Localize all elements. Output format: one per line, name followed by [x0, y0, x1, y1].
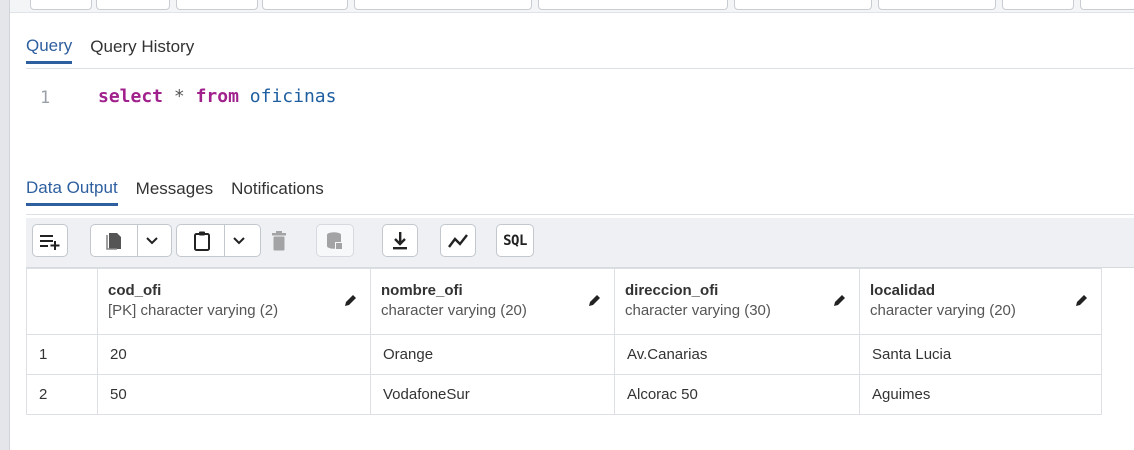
paste-icon — [194, 231, 210, 251]
edit-pencil-icon[interactable] — [588, 293, 602, 307]
sql-keyword: from — [195, 86, 239, 107]
header-row: cod_ofi [PK] character varying (2) nombr… — [26, 268, 1102, 335]
sql-icon: SQL — [503, 232, 527, 249]
sql-operator: * — [173, 86, 185, 107]
toolbar-button[interactable] — [1002, 0, 1074, 10]
download-button[interactable] — [382, 224, 418, 257]
table-cell[interactable]: VodafoneSur — [370, 374, 615, 415]
left-panel-edge — [0, 0, 10, 450]
toolbar-button[interactable] — [878, 0, 996, 10]
download-icon — [393, 231, 407, 249]
add-row-icon — [40, 234, 60, 250]
sql-editor[interactable]: 1 select * from oficinas — [26, 70, 1134, 167]
column-type: character varying (20) — [381, 302, 527, 319]
data-output-toolbar: SQL — [26, 218, 1134, 268]
output-tabbar: Data Output Messages Notifications — [26, 172, 324, 206]
toolbar-button[interactable] — [176, 0, 258, 10]
table-cell[interactable]: Santa Lucia — [859, 334, 1102, 375]
toolbar-button[interactable] — [96, 0, 170, 10]
column-type: [PK] character varying (2) — [108, 302, 279, 319]
toolbar-button[interactable] — [734, 0, 872, 10]
divider — [26, 68, 1134, 69]
paste-dropdown-button[interactable] — [176, 224, 261, 257]
toolbar-button[interactable] — [30, 0, 92, 10]
edit-pencil-icon[interactable] — [1075, 293, 1089, 307]
edit-pencil-icon[interactable] — [833, 293, 847, 307]
column-name: localidad — [870, 282, 936, 299]
sql-button[interactable]: SQL — [496, 224, 534, 257]
results-grid: cod_ofi [PK] character varying (2) nombr… — [26, 268, 1102, 415]
column-name: direccion_ofi — [625, 282, 719, 299]
code-line[interactable]: select * from oficinas — [98, 86, 336, 107]
tab-query-history[interactable]: Query History — [90, 37, 194, 64]
row-number[interactable]: 1 — [26, 334, 98, 375]
tab-query[interactable]: Query — [26, 36, 73, 64]
dropdown-chevron-icon — [145, 236, 158, 244]
toolbar-button[interactable] — [262, 0, 348, 10]
copy-icon — [105, 232, 121, 250]
column-header-cod-ofi[interactable]: cod_ofi [PK] character varying (2) — [97, 268, 371, 335]
tab-messages[interactable]: Messages — [136, 179, 213, 206]
toolbar-button[interactable] — [1080, 0, 1134, 10]
graph-icon — [448, 233, 468, 248]
divider — [26, 214, 1134, 215]
column-header-nombre-ofi[interactable]: nombre_ofi character varying (20) — [370, 268, 615, 335]
tab-notifications[interactable]: Notifications — [231, 179, 324, 206]
table-cell[interactable]: Alcorac 50 — [614, 374, 860, 415]
sql-keyword: select — [98, 86, 164, 107]
table-row[interactable]: 2 50 VodafoneSur Alcorac 50 Aguimes — [26, 374, 1102, 415]
column-name: cod_ofi — [108, 282, 162, 299]
row-number-header — [26, 268, 98, 335]
row-number[interactable]: 2 — [26, 374, 98, 415]
table-cell[interactable]: 50 — [97, 374, 371, 415]
column-type: character varying (20) — [870, 302, 1016, 319]
delete-button[interactable] — [257, 224, 301, 257]
save-data-icon — [327, 231, 343, 250]
column-name: nombre_ofi — [381, 282, 463, 299]
column-type: character varying (30) — [625, 302, 771, 319]
table-cell[interactable]: Aguimes — [859, 374, 1102, 415]
edit-pencil-icon[interactable] — [344, 293, 358, 307]
main-toolbar — [10, 0, 1134, 13]
toolbar-button[interactable] — [354, 0, 532, 10]
table-cell[interactable]: Av.Canarias — [614, 334, 860, 375]
table-cell[interactable]: 20 — [97, 334, 371, 375]
table-row[interactable]: 1 20 Orange Av.Canarias Santa Lucia — [26, 334, 1102, 375]
line-number: 1 — [40, 88, 51, 108]
dropdown-chevron-icon — [233, 236, 245, 244]
save-data-button[interactable] — [316, 224, 354, 257]
tab-data-output[interactable]: Data Output — [26, 178, 118, 206]
query-tabbar: Query Query History — [26, 30, 194, 64]
graph-visualiser-button[interactable] — [440, 224, 476, 257]
add-row-button[interactable] — [32, 224, 68, 257]
sql-table-name: oficinas — [249, 86, 337, 107]
column-header-localidad[interactable]: localidad character varying (20) — [859, 268, 1102, 335]
table-cell[interactable]: Orange — [370, 334, 615, 375]
column-header-direccion-ofi[interactable]: direccion_ofi character varying (30) — [614, 268, 860, 335]
toolbar-button[interactable] — [538, 0, 728, 10]
delete-icon — [272, 230, 286, 250]
copy-dropdown-button[interactable] — [90, 224, 172, 257]
